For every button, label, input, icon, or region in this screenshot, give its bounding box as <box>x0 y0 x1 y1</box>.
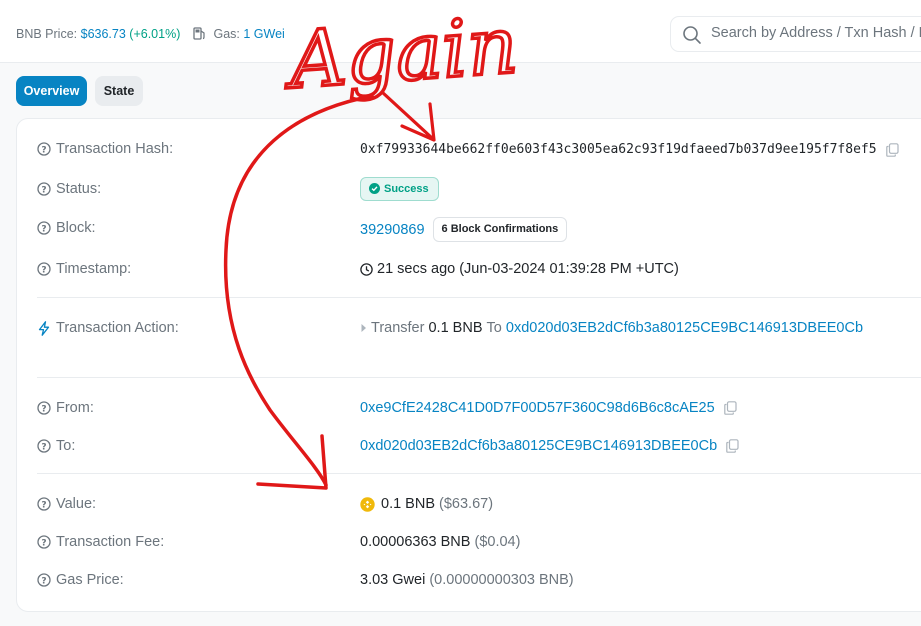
block-label: Block: <box>56 220 96 236</box>
block-confirmations-badge: 6 Block Confirmations <box>432 217 568 242</box>
tx-hash-value: 0xf79933644be662ff0e603f43c3005ea62c93f1… <box>360 142 877 157</box>
divider <box>37 377 921 378</box>
tx-hash-label: Transaction Hash: <box>56 141 174 157</box>
svg-text:?: ? <box>41 500 46 510</box>
bnb-coin-icon <box>360 496 375 512</box>
timestamp-label: Timestamp: <box>56 261 132 277</box>
lightning-icon <box>38 320 50 336</box>
timestamp-row: 21 secs ago (Jun-03-2024 01:39:28 PM +UT… <box>360 261 679 277</box>
question-icon: ? <box>37 262 51 276</box>
copy-icon[interactable] <box>723 401 737 415</box>
bnb-price-change: (+6.01%) <box>129 27 181 41</box>
value-usd: ($63.67) <box>439 496 494 512</box>
gas-info: Gas: 1 GWei <box>193 27 285 41</box>
status-label-row: ? Status: <box>37 181 101 197</box>
to-row: 0xd020d03EB2dCf6b3a80125CE9BC146913DBEE0… <box>360 438 739 454</box>
bnb-price-label: BNB Price: <box>16 27 78 41</box>
question-icon: ? <box>37 182 51 196</box>
search-input[interactable] <box>709 24 921 42</box>
svg-text:?: ? <box>41 404 46 414</box>
value-label: Value: <box>56 496 97 512</box>
question-icon: ? <box>37 142 51 156</box>
question-icon: ? <box>37 497 51 511</box>
question-icon: ? <box>37 573 51 587</box>
svg-text:?: ? <box>41 538 46 548</box>
gas-value[interactable]: 1 GWei <box>243 27 284 41</box>
from-row: 0xe9CfE2428C41D0D7F00D57F360C98d6B6c8cAE… <box>360 400 737 416</box>
divider <box>37 473 921 474</box>
action-label-row: Transaction Action: <box>37 320 179 336</box>
fee-label-row: ? Transaction Fee: <box>37 534 164 550</box>
svg-text:?: ? <box>41 265 46 275</box>
block-label-row: ? Block: <box>37 220 96 236</box>
block-number-link[interactable]: 39290869 <box>360 222 425 238</box>
search-icon <box>683 26 701 44</box>
value-label-row: ? Value: <box>37 496 96 512</box>
action-row: Transfer 0.1 BNB To 0xd020d03EB2dCf6b3a8… <box>360 320 863 336</box>
value-row: 0.1 BNB ($63.67) <box>360 496 493 512</box>
gas-price-bnb: (0.00000000303 BNB) <box>429 572 574 588</box>
question-icon: ? <box>37 401 51 415</box>
action-to-address-link[interactable]: 0xd020d03EB2dCf6b3a80125CE9BC146913DBEE0… <box>506 320 863 336</box>
action-verb: Transfer <box>371 320 425 336</box>
gas-pump-icon <box>193 27 205 40</box>
gas-price-gwei: 3.03 Gwei <box>360 572 426 588</box>
divider <box>37 297 921 298</box>
fee-row: 0.00006363 BNB ($0.04) <box>360 534 520 550</box>
top-bar: BNB Price: $636.73 (+6.01%) Gas: 1 GWei <box>0 0 921 63</box>
fee-amount: 0.00006363 BNB <box>360 534 471 550</box>
copy-icon[interactable] <box>885 142 899 157</box>
action-label: Transaction Action: <box>56 320 179 336</box>
from-label: From: <box>56 400 94 416</box>
caret-right-icon <box>361 324 366 332</box>
svg-text:?: ? <box>41 442 46 452</box>
svg-text:?: ? <box>41 185 46 195</box>
timestamp-value: 21 secs ago (Jun-03-2024 01:39:28 PM +UT… <box>377 261 679 277</box>
check-circle-icon <box>369 183 380 194</box>
value-amount: 0.1 BNB <box>381 496 435 512</box>
bnb-price: BNB Price: $636.73 (+6.01%) <box>16 27 180 41</box>
tx-hash-row: 0xf79933644be662ff0e603f43c3005ea62c93f1… <box>360 142 899 157</box>
svg-text:?: ? <box>41 145 46 155</box>
tab-overview[interactable]: Overview <box>16 76 87 106</box>
from-address-link[interactable]: 0xe9CfE2428C41D0D7F00D57F360C98d6B6c8cAE… <box>360 400 715 416</box>
svg-text:?: ? <box>41 224 46 234</box>
copy-icon[interactable] <box>726 439 739 453</box>
search-box[interactable] <box>670 16 921 52</box>
question-icon: ? <box>37 221 51 235</box>
to-address-link[interactable]: 0xd020d03EB2dCf6b3a80125CE9BC146913DBEE0… <box>360 438 717 454</box>
timestamp-label-row: ? Timestamp: <box>37 261 131 277</box>
gas-label: Gas: <box>213 27 240 41</box>
status-label: Status: <box>56 181 102 197</box>
status-badge: Success <box>360 177 439 201</box>
status-text: Success <box>384 183 429 195</box>
action-amount: 0.1 BNB <box>428 320 483 336</box>
fee-usd: ($0.04) <box>474 534 521 550</box>
gas-price-row: 3.03 Gwei (0.00000000303 BNB) <box>360 572 574 588</box>
svg-text:?: ? <box>41 576 46 586</box>
tx-hash-label-row: ? Transaction Hash: <box>37 141 173 157</box>
to-label-row: ? To: <box>37 438 75 454</box>
question-icon: ? <box>37 535 51 549</box>
bnb-price-value[interactable]: $636.73 <box>81 27 126 41</box>
question-icon: ? <box>37 439 51 453</box>
tab-state[interactable]: State <box>95 76 143 106</box>
gas-price-label: Gas Price: <box>56 572 124 588</box>
fee-label: Transaction Fee: <box>56 534 165 550</box>
action-to-word: To <box>486 320 502 336</box>
status-row: Success <box>360 177 439 201</box>
gas-price-label-row: ? Gas Price: <box>37 572 124 588</box>
from-label-row: ? From: <box>37 400 94 416</box>
clock-icon <box>360 262 373 276</box>
to-label: To: <box>56 438 76 454</box>
block-row: 39290869 6 Block Confirmations <box>360 217 568 242</box>
